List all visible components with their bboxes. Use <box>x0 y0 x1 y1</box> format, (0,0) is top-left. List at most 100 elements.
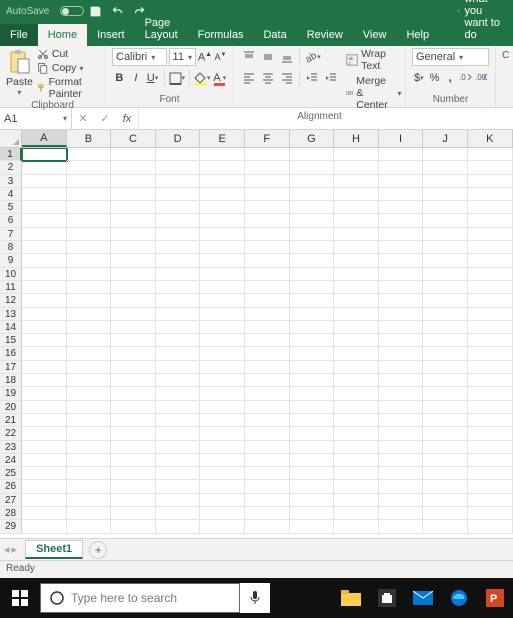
cell[interactable] <box>334 520 379 533</box>
cell[interactable] <box>156 467 201 480</box>
cell[interactable] <box>290 480 335 493</box>
cell[interactable] <box>156 241 201 254</box>
cell[interactable] <box>245 480 290 493</box>
cell[interactable] <box>156 454 201 467</box>
tab-file[interactable]: File <box>0 24 38 46</box>
cell[interactable] <box>200 414 245 427</box>
taskbar-mic-icon[interactable] <box>240 583 270 613</box>
cell[interactable] <box>290 161 335 174</box>
cell[interactable] <box>200 387 245 400</box>
cell[interactable] <box>379 161 424 174</box>
cell[interactable] <box>423 254 468 267</box>
cell[interactable] <box>379 294 424 307</box>
cell[interactable] <box>468 241 513 254</box>
cell[interactable] <box>290 520 335 533</box>
row-header[interactable]: 27 <box>0 494 22 507</box>
cell[interactable] <box>423 467 468 480</box>
cell[interactable] <box>245 441 290 454</box>
cell[interactable] <box>290 254 335 267</box>
cell[interactable] <box>111 387 156 400</box>
start-button[interactable] <box>0 578 40 618</box>
cell[interactable] <box>423 228 468 241</box>
cell[interactable] <box>245 148 290 161</box>
decrease-indent-icon[interactable] <box>303 69 321 87</box>
cell[interactable] <box>156 254 201 267</box>
cell[interactable] <box>423 188 468 201</box>
cell[interactable] <box>334 281 379 294</box>
taskbar-app-store[interactable] <box>369 578 405 618</box>
comma-format-icon[interactable]: , <box>443 69 457 87</box>
cell[interactable] <box>423 294 468 307</box>
cell[interactable] <box>245 427 290 440</box>
cell[interactable] <box>423 414 468 427</box>
cell[interactable] <box>290 414 335 427</box>
cell[interactable] <box>245 454 290 467</box>
cell[interactable] <box>468 281 513 294</box>
cell[interactable] <box>67 294 112 307</box>
cell[interactable] <box>379 188 424 201</box>
cell[interactable] <box>290 214 335 227</box>
cell[interactable] <box>290 374 335 387</box>
cell[interactable] <box>290 427 335 440</box>
cell[interactable] <box>111 175 156 188</box>
cell[interactable] <box>468 494 513 507</box>
row-header[interactable]: 19 <box>0 387 22 400</box>
paste-dropdown-icon[interactable]: ▾ <box>17 88 21 97</box>
cell[interactable] <box>334 161 379 174</box>
cell[interactable] <box>22 480 67 493</box>
cell[interactable] <box>245 281 290 294</box>
cell[interactable] <box>379 254 424 267</box>
column-header[interactable]: K <box>468 130 513 147</box>
cell[interactable] <box>156 401 201 414</box>
cell[interactable] <box>22 308 67 321</box>
cell[interactable] <box>111 321 156 334</box>
cell[interactable] <box>245 507 290 520</box>
cell[interactable] <box>290 401 335 414</box>
cell[interactable] <box>379 520 424 533</box>
cell[interactable] <box>67 175 112 188</box>
cell[interactable] <box>22 321 67 334</box>
cell[interactable] <box>111 214 156 227</box>
row-header[interactable]: 20 <box>0 401 22 414</box>
cell[interactable] <box>379 374 424 387</box>
cell[interactable] <box>245 401 290 414</box>
cell[interactable] <box>156 148 201 161</box>
cell[interactable] <box>379 454 424 467</box>
cell[interactable] <box>334 148 379 161</box>
cell[interactable] <box>290 281 335 294</box>
font-size-combo[interactable]: 11▾ <box>169 48 196 66</box>
cell[interactable] <box>111 441 156 454</box>
cell[interactable] <box>111 467 156 480</box>
cell[interactable] <box>468 268 513 281</box>
cell[interactable] <box>67 201 112 214</box>
cell[interactable] <box>423 281 468 294</box>
cell[interactable] <box>379 281 424 294</box>
cell[interactable] <box>379 467 424 480</box>
cell[interactable] <box>379 494 424 507</box>
cell[interactable] <box>290 347 335 360</box>
cell[interactable] <box>468 507 513 520</box>
cell[interactable] <box>468 520 513 533</box>
cell[interactable] <box>156 427 201 440</box>
row-header[interactable]: 4 <box>0 188 22 201</box>
row-header[interactable]: 12 <box>0 294 22 307</box>
cell[interactable] <box>111 201 156 214</box>
row-header[interactable]: 25 <box>0 467 22 480</box>
cell[interactable] <box>290 441 335 454</box>
column-header[interactable]: A <box>22 130 67 147</box>
cell[interactable] <box>67 254 112 267</box>
row-header[interactable]: 9 <box>0 254 22 267</box>
cell[interactable] <box>423 214 468 227</box>
cell[interactable] <box>423 148 468 161</box>
cell[interactable] <box>379 387 424 400</box>
cell[interactable] <box>156 520 201 533</box>
cell[interactable] <box>22 414 67 427</box>
cell[interactable] <box>67 308 112 321</box>
cell[interactable] <box>468 308 513 321</box>
row-header[interactable]: 1 <box>0 148 22 161</box>
cell[interactable] <box>67 480 112 493</box>
cell[interactable] <box>468 148 513 161</box>
cell[interactable] <box>334 334 379 347</box>
cell[interactable] <box>468 401 513 414</box>
cell[interactable] <box>290 148 335 161</box>
